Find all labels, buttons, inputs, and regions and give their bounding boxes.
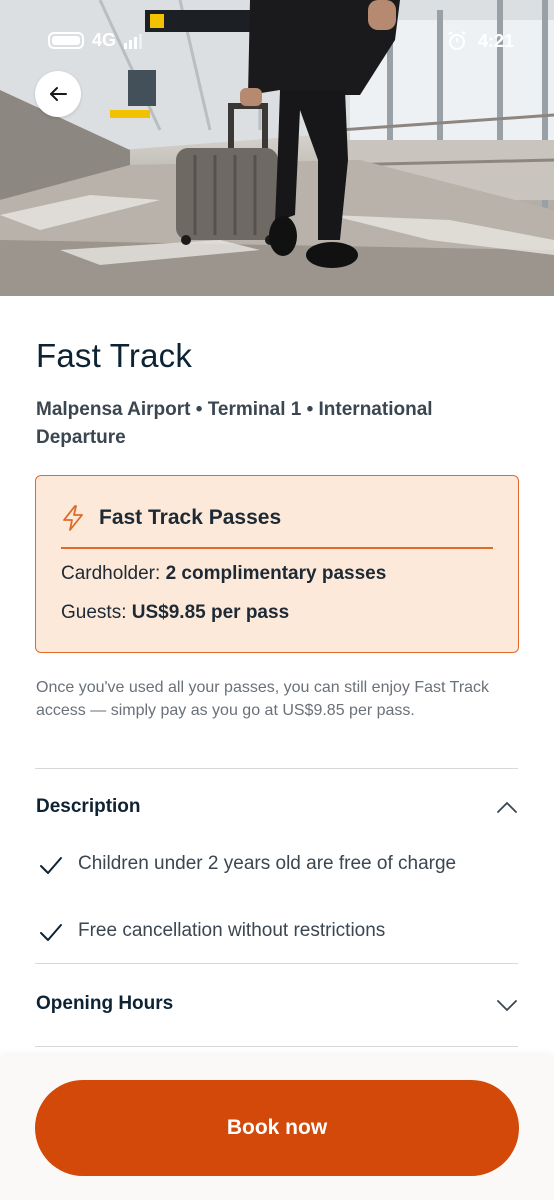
cardholder-value: 2 complimentary passes bbox=[165, 563, 387, 584]
chevron-up-icon[interactable] bbox=[496, 797, 518, 819]
battery-icon bbox=[48, 32, 84, 49]
passes-header: Fast Track Passes bbox=[61, 504, 281, 532]
lightning-icon bbox=[63, 505, 83, 531]
clock-time: 4:21 bbox=[477, 30, 514, 51]
network-label: 4G bbox=[92, 30, 117, 50]
alarm-icon bbox=[448, 31, 466, 50]
back-button[interactable] bbox=[35, 71, 81, 117]
check-icon bbox=[40, 924, 62, 941]
divider bbox=[35, 963, 518, 964]
guests-label: Guests: bbox=[61, 602, 127, 623]
opening-hours-title: Opening Hours bbox=[36, 993, 174, 1014]
bottom-action-bar: Book now bbox=[0, 1056, 554, 1200]
pay-as-you-go-note: Once you've used all your passes, you ca… bbox=[36, 679, 490, 719]
cardholder-label: Cardholder: bbox=[61, 563, 161, 584]
arrow-left-icon bbox=[50, 87, 67, 101]
description-item-text: Free cancellation without restrictions bbox=[78, 920, 386, 941]
signal-icon bbox=[124, 33, 143, 49]
passes-card: Fast Track Passes Cardholder: 2 complime… bbox=[35, 475, 519, 653]
description-item: Free cancellation without restrictions bbox=[38, 916, 478, 946]
guests-line: Guests: US$9.85 per pass bbox=[61, 602, 289, 624]
location-subtitle: Malpensa Airport • Terminal 1 • Internat… bbox=[36, 399, 433, 448]
passes-title: Fast Track Passes bbox=[99, 506, 282, 529]
divider bbox=[35, 1046, 518, 1047]
guests-value: US$9.85 per pass bbox=[131, 602, 290, 623]
chevron-down-icon[interactable] bbox=[496, 994, 518, 1016]
passes-divider bbox=[61, 547, 493, 549]
divider bbox=[35, 768, 518, 769]
page-title: Fast Track bbox=[36, 337, 193, 374]
book-now-button[interactable]: Book now bbox=[35, 1080, 519, 1176]
check-icon bbox=[40, 857, 62, 874]
description-item: Children under 2 years old are free of c… bbox=[38, 849, 478, 879]
cardholder-line: Cardholder: 2 complimentary passes bbox=[61, 563, 386, 585]
status-bar: 4G 4:21 bbox=[0, 26, 554, 58]
description-title: Description bbox=[36, 796, 141, 817]
description-item-text: Children under 2 years old are free of c… bbox=[78, 853, 457, 874]
